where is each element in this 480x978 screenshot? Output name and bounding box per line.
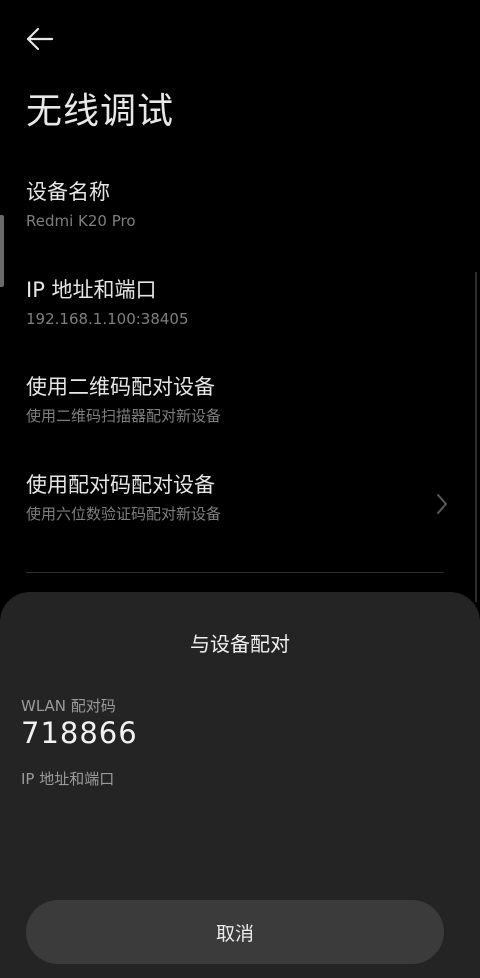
setting-device-name[interactable]: 设备名称 Redmi K20 Pro xyxy=(26,178,444,232)
chevron-right-icon xyxy=(437,494,447,514)
setting-code-pair[interactable]: 使用配对码配对设备 使用六位数验证码配对新设备 xyxy=(26,471,447,525)
scrollbar[interactable] xyxy=(475,272,477,602)
setting-value: 192.168.1.100:38405 xyxy=(26,310,189,328)
divider xyxy=(26,572,444,573)
edge-indicator xyxy=(0,215,4,287)
setting-title: 设备名称 xyxy=(26,180,110,204)
dialog-title: 与设备配对 xyxy=(190,632,290,656)
setting-value: Redmi K20 Pro xyxy=(26,212,136,230)
pairing-dialog: 与设备配对 WLAN 配对码 718866 IP 地址和端口 取消 xyxy=(0,592,480,978)
setting-qr-pair[interactable]: 使用二维码配对设备 使用二维码扫描器配对新设备 xyxy=(26,373,444,427)
page-title: 无线调试 xyxy=(26,91,175,132)
setting-title: 使用配对码配对设备 xyxy=(26,473,215,497)
setting-subtitle: 使用六位数验证码配对新设备 xyxy=(26,505,222,523)
back-button[interactable] xyxy=(22,24,58,54)
ip-port-label: IP 地址和端口 xyxy=(21,770,115,788)
setting-title: IP 地址和端口 xyxy=(26,278,157,302)
wlan-code-label: WLAN 配对码 xyxy=(21,697,116,715)
setting-ip-port[interactable]: IP 地址和端口 192.168.1.100:38405 xyxy=(26,276,444,330)
wlan-code-value: 718866 xyxy=(21,716,138,750)
setting-subtitle: 使用二维码扫描器配对新设备 xyxy=(26,407,222,425)
setting-title: 使用二维码配对设备 xyxy=(26,375,215,399)
arrow-left-icon xyxy=(26,27,54,51)
cancel-button[interactable]: 取消 xyxy=(26,900,444,964)
